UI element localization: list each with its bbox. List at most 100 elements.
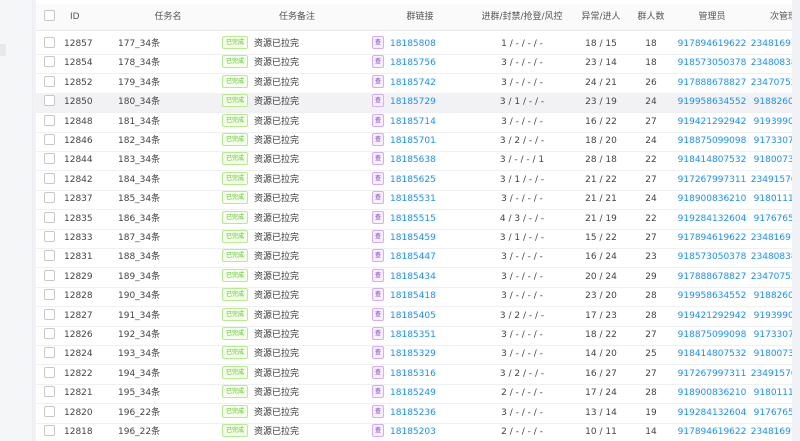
view-link-button[interactable]: 查: [372, 36, 385, 49]
row-admin-link[interactable]: 917894619622: [676, 423, 748, 441]
table-row[interactable]: 12848 181_34条 已完成 资源已拉完查 18185714 3 / - / - /…: [36, 113, 792, 133]
row-sub-admin-link[interactable]: 2347075295424: [750, 268, 792, 287]
row-checkbox[interactable]: [44, 114, 55, 126]
table-row[interactable]: 12820 196_22条 已完成 资源已拉完查 18185236 3 / - / - /…: [36, 404, 792, 424]
row-admin-link[interactable]: 917888678827: [676, 74, 748, 93]
table-row[interactable]: 12831 188_34条 已完成 资源已拉完查 18185447 3 / - / - /…: [36, 248, 792, 269]
table-row[interactable]: 12842 184_34条 已完成 资源已拉完查 18185625 3 / 1 / - /…: [36, 171, 792, 191]
group-link-id[interactable]: 18185405: [390, 311, 436, 321]
group-link-id[interactable]: 18185625: [390, 175, 436, 185]
row-sub-admin-link[interactable]: 918011166142: [750, 384, 792, 403]
table-row[interactable]: 12828 190_34条 已完成 资源已拉完查 18185418 3 / - / - /…: [36, 287, 792, 308]
view-link-button[interactable]: 查: [372, 365, 385, 379]
table-row[interactable]: 12837 185_34条 已完成 资源已拉完查 18185531 3 / - / - /…: [36, 190, 792, 211]
group-link-id[interactable]: 18185316: [390, 369, 436, 379]
row-checkbox[interactable]: [44, 95, 55, 107]
view-link-button[interactable]: 查: [372, 94, 385, 108]
table-row[interactable]: 12826 192_34条 已完成 资源已拉完查 18185351 3 / - / - /…: [36, 326, 792, 346]
row-select[interactable]: [44, 210, 56, 229]
group-link-id[interactable]: 18185701: [390, 136, 436, 146]
view-link-button[interactable]: 查: [372, 424, 385, 437]
group-link-id[interactable]: 18185249: [390, 388, 436, 398]
row-checkbox[interactable]: [44, 405, 55, 417]
row-admin-link[interactable]: 918900836210: [676, 190, 748, 209]
table-row[interactable]: 12857 177_34条 已完成 资源已拉完查 18185808 1 / - / - /…: [36, 35, 792, 55]
table-row[interactable]: 12852 179_34条 已完成 资源已拉完查 18185742 3 / - / - /…: [36, 74, 792, 94]
group-link-id[interactable]: 18185434: [390, 272, 436, 282]
group-link-id[interactable]: 18185329: [390, 349, 436, 359]
group-link-id[interactable]: 18185808: [390, 39, 436, 49]
row-sub-admin-link[interactable]: 919399073991: [750, 307, 792, 326]
row-admin-link[interactable]: 917888678827: [676, 268, 748, 287]
row-sub-admin-link[interactable]: 918007343036: [750, 151, 792, 170]
row-checkbox[interactable]: [44, 328, 55, 339]
row-select[interactable]: [44, 248, 56, 267]
row-sub-admin-link[interactable]: 918826075706: [750, 93, 792, 112]
row-sub-admin-link[interactable]: 918007343036: [750, 345, 792, 364]
row-sub-admin-link[interactable]: 2348169748077: [750, 35, 792, 54]
row-sub-admin-link[interactable]: 917676552357: [750, 404, 792, 423]
row-admin-link[interactable]: 918900836210: [676, 384, 748, 403]
view-link-button[interactable]: 查: [372, 346, 385, 360]
row-select[interactable]: [44, 268, 56, 287]
row-checkbox[interactable]: [44, 386, 55, 398]
table-row[interactable]: 12829 189_34条 已完成 资源已拉完查 18185434 3 / - / - /…: [36, 268, 792, 288]
table-row[interactable]: 12818 196_22条 已完成 资源已拉完查 18185203 2 / - / - /…: [36, 423, 792, 441]
table-row[interactable]: 12821 195_34条 已完成 资源已拉完查 18185249 2 / - / - /…: [36, 384, 792, 405]
row-admin-link[interactable]: 919284132604: [676, 404, 748, 423]
table-row[interactable]: 12833 187_34条 已完成 资源已拉完查 18185459 3 / 1 / - /…: [36, 229, 792, 249]
row-select[interactable]: [44, 326, 56, 345]
row-select[interactable]: [44, 287, 56, 306]
row-admin-link[interactable]: 918875099098: [676, 132, 748, 151]
view-link-button[interactable]: 查: [372, 210, 385, 224]
view-link-button[interactable]: 查: [372, 152, 385, 166]
row-checkbox[interactable]: [44, 289, 55, 301]
row-select[interactable]: [44, 345, 56, 364]
row-admin-link[interactable]: 919421292942: [676, 113, 748, 132]
row-admin-link[interactable]: 917894619622: [676, 35, 748, 54]
group-link-id[interactable]: 18185459: [390, 233, 436, 243]
row-checkbox[interactable]: [44, 231, 55, 242]
row-select[interactable]: [44, 54, 56, 73]
row-checkbox[interactable]: [44, 172, 55, 184]
row-sub-admin-link[interactable]: 2349157019174: [750, 171, 792, 190]
row-checkbox[interactable]: [44, 56, 55, 68]
table-row[interactable]: 12835 186_34条 已完成 资源已拉完查 18185515 4 / 3 / - /…: [36, 210, 792, 230]
header-select-all[interactable]: [44, 4, 56, 23]
view-link-button[interactable]: 查: [372, 171, 385, 185]
row-checkbox[interactable]: [44, 425, 55, 436]
header-id[interactable]: ID: [64, 4, 114, 23]
row-select[interactable]: [44, 229, 56, 248]
row-select[interactable]: [44, 132, 56, 151]
table-row[interactable]: 12824 193_34条 已完成 资源已拉完查 18185329 3 / - / - /…: [36, 345, 792, 366]
row-select[interactable]: [44, 151, 56, 170]
row-sub-admin-link[interactable]: 2348083837656: [750, 54, 792, 73]
select-all-checkbox[interactable]: [44, 10, 55, 21]
row-admin-link[interactable]: 917267997311: [676, 365, 748, 384]
view-link-button[interactable]: 查: [372, 385, 385, 399]
row-checkbox[interactable]: [44, 192, 55, 204]
row-select[interactable]: [44, 384, 56, 403]
row-admin-link[interactable]: 919421292942: [676, 307, 748, 326]
row-checkbox[interactable]: [44, 366, 55, 378]
view-link-button[interactable]: 查: [372, 55, 385, 69]
row-select[interactable]: [44, 171, 56, 190]
row-checkbox[interactable]: [44, 211, 55, 223]
group-link-id[interactable]: 18185447: [390, 252, 436, 262]
row-admin-link[interactable]: 918875099098: [676, 326, 748, 345]
row-checkbox[interactable]: [44, 37, 55, 48]
row-select[interactable]: [44, 74, 56, 93]
row-sub-admin-link[interactable]: 2348169748077: [750, 423, 792, 441]
row-admin-link[interactable]: 919958634552: [676, 287, 748, 306]
view-link-button[interactable]: 查: [372, 268, 385, 282]
table-row[interactable]: 12844 183_34条 已完成 资源已拉完查 18185638 3 / - / - /…: [36, 151, 792, 172]
row-sub-admin-link[interactable]: 2348169748077: [750, 229, 792, 248]
row-select[interactable]: [44, 365, 56, 384]
table-row[interactable]: 12854 178_34条 已完成 资源已拉完查 18185756 3 / - / - /…: [36, 54, 792, 75]
group-link-id[interactable]: 18185638: [390, 155, 436, 165]
row-sub-admin-link[interactable]: 918826075706: [750, 287, 792, 306]
row-checkbox[interactable]: [44, 308, 55, 320]
group-link-id[interactable]: 18185531: [390, 194, 436, 204]
view-link-button[interactable]: 查: [372, 404, 385, 418]
group-link-id[interactable]: 18185351: [390, 330, 436, 340]
